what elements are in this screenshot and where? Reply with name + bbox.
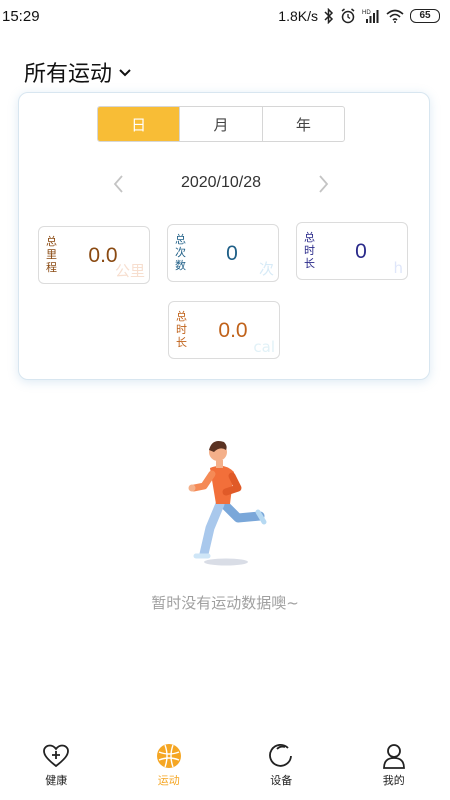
wifi-icon <box>386 9 404 23</box>
tab-year[interactable]: 年 <box>263 107 344 141</box>
tab-month[interactable]: 月 <box>180 107 263 141</box>
stat-label: 总时长 <box>304 231 315 270</box>
stat-label: 总时长 <box>176 310 187 349</box>
nav-item-device[interactable]: 设备 <box>225 738 338 800</box>
nav-item-mine[interactable]: 我的 <box>338 738 450 800</box>
running-person-illustration <box>180 432 276 568</box>
nav-label: 健康 <box>45 774 68 787</box>
battery-icon: 65 <box>410 9 440 23</box>
stat-total-distance: 总里程 0.0 公里 <box>38 226 150 284</box>
stat-unit-watermark: 次 <box>258 260 274 278</box>
chevron-right-icon[interactable] <box>313 171 335 197</box>
nav-item-sport[interactable]: 运动 <box>113 738 226 800</box>
nav-item-health[interactable]: 健康 <box>0 738 113 800</box>
summary-card: 日 月 年 2020/10/28 总里程 0.0 公里 总次数 0 次 总时长 … <box>18 92 430 380</box>
nav-label: 运动 <box>157 774 180 787</box>
stat-unit-watermark: h <box>393 259 403 277</box>
stat-total-calorie: 总时长 0.0 cal <box>168 301 280 359</box>
network-speed: 1.8K/s <box>278 8 318 24</box>
tab-day[interactable]: 日 <box>98 107 181 141</box>
empty-state-text: 暂时没有运动数据噢~ <box>151 594 299 612</box>
stat-total-duration: 总时长 0 h <box>296 222 408 280</box>
person-icon <box>380 742 408 770</box>
current-date: 2020/10/28 <box>180 174 262 191</box>
status-icons: 1.8K/s HD 65 <box>278 6 440 26</box>
status-time: 15:29 <box>2 8 40 25</box>
stat-value: 0 <box>355 240 367 263</box>
heart-plus-icon <box>42 742 70 770</box>
chevron-down-icon <box>118 63 132 82</box>
svg-text:HD: HD <box>362 10 371 16</box>
stat-unit-watermark: 公里 <box>114 262 145 280</box>
nav-label: 我的 <box>382 774 405 787</box>
date-navigator: 2020/10/28 <box>107 171 335 197</box>
status-bar: 15:29 1.8K/s HD 65 <box>0 0 450 34</box>
alarm-icon <box>340 8 356 24</box>
hd-signal-icon: HD <box>362 8 380 24</box>
stat-unit-watermark: cal <box>253 338 275 356</box>
stat-total-count: 总次数 0 次 <box>167 224 279 282</box>
page-title: 所有运动 <box>24 62 113 87</box>
bottom-nav: 健康 运动 设备 我的 <box>0 738 450 800</box>
period-tabs: 日 月 年 <box>97 106 345 142</box>
device-ring-icon <box>267 742 295 770</box>
bluetooth-icon <box>324 8 334 24</box>
nav-label: 设备 <box>270 774 293 787</box>
stat-label: 总里程 <box>46 235 57 274</box>
sport-ball-icon <box>155 742 183 770</box>
stat-label: 总次数 <box>175 233 186 272</box>
sport-type-selector[interactable]: 所有运动 <box>24 56 132 88</box>
